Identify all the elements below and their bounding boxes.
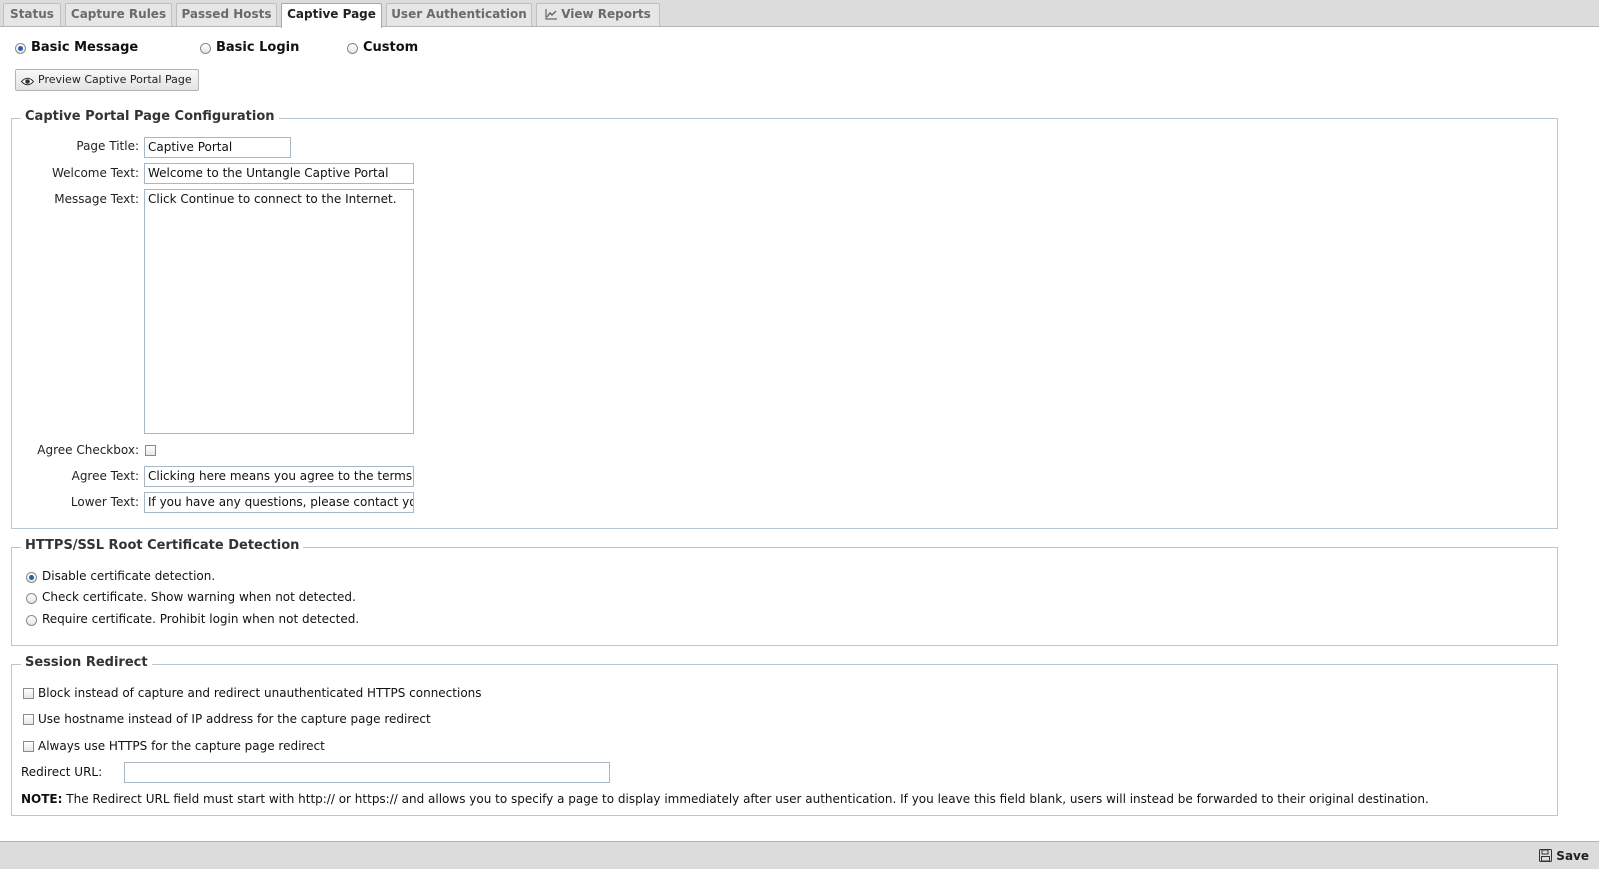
preview-button-label: Preview Captive Portal Page (38, 73, 192, 86)
mode-basic-login-radio[interactable] (200, 43, 211, 54)
cert-require-radio[interactable] (26, 615, 37, 626)
use-hostname-checkbox[interactable] (23, 714, 34, 725)
redirect-url-input[interactable] (124, 762, 610, 783)
config-legend: Captive Portal Page Configuration (21, 109, 279, 125)
use-hostname-label: Use hostname instead of IP address for t… (38, 712, 431, 726)
floppy-icon (1539, 849, 1553, 867)
mode-basic-login-label: Basic Login (216, 40, 300, 55)
tab-status[interactable]: Status (3, 3, 61, 26)
cert-check-radio[interactable] (26, 593, 37, 604)
page-title-input[interactable]: Captive Portal (144, 137, 291, 158)
agree-checkbox[interactable] (145, 445, 156, 456)
agree-checkbox-label: Agree Checkbox: (37, 443, 139, 457)
tab-captive-page[interactable]: Captive Page (281, 3, 382, 28)
tab-view-reports[interactable]: View Reports (536, 3, 660, 26)
mode-custom-radio[interactable] (347, 43, 358, 54)
mode-basic-message-radio[interactable] (15, 43, 26, 54)
welcome-text-label: Welcome Text: (51, 166, 139, 180)
welcome-text-input[interactable]: Welcome to the Untangle Captive Portal (144, 163, 414, 184)
always-https-label: Always use HTTPS for the capture page re… (38, 739, 325, 753)
cert-disable-radio[interactable] (26, 572, 37, 583)
cert-check-label: Check certificate. Show warning when not… (42, 590, 356, 604)
redirect-url-label: Redirect URL: (21, 765, 103, 779)
tab-label: Captive Page (287, 7, 376, 21)
tab-label: Passed Hosts (181, 7, 272, 21)
session-legend: Session Redirect (21, 655, 152, 671)
block-https-label: Block instead of capture and redirect un… (38, 686, 482, 700)
redirect-note: NOTE: The Redirect URL field must start … (21, 792, 1429, 806)
lower-text-input[interactable]: If you have any questions, please contac… (144, 492, 414, 513)
page-title-label: Page Title: (76, 139, 139, 153)
message-text-area[interactable]: Click Continue to connect to the Interne… (144, 189, 414, 434)
chart-icon (545, 6, 558, 27)
footer-bar: Save (0, 841, 1599, 869)
tab-label: User Authentication (391, 7, 527, 21)
mode-custom-label: Custom (363, 40, 419, 55)
note-text: The Redirect URL field must start with h… (66, 792, 1429, 806)
tab-label: Status (10, 7, 54, 21)
tab-capture-rules[interactable]: Capture Rules (65, 3, 172, 26)
message-text-label: Message Text: (54, 192, 139, 206)
cert-legend: HTTPS/SSL Root Certificate Detection (21, 538, 304, 554)
tab-label: Capture Rules (70, 7, 167, 21)
lower-text-label: Lower Text: (70, 495, 139, 509)
tab-label: View Reports (561, 7, 651, 21)
agree-text-input[interactable]: Clicking here means you agree to the ter… (144, 466, 414, 487)
save-label: Save (1556, 849, 1589, 863)
cert-require-label: Require certificate. Prohibit login when… (42, 612, 360, 626)
cert-disable-label: Disable certificate detection. (42, 569, 216, 583)
preview-captive-portal-button[interactable]: Preview Captive Portal Page (15, 69, 199, 91)
save-button[interactable]: Save (1539, 847, 1589, 865)
block-https-checkbox[interactable] (23, 688, 34, 699)
always-https-checkbox[interactable] (23, 741, 34, 752)
tab-user-authentication[interactable]: User Authentication (386, 3, 532, 26)
agree-text-label: Agree Text: (71, 469, 139, 483)
eye-icon (20, 74, 35, 94)
tab-passed-hosts[interactable]: Passed Hosts (176, 3, 277, 26)
mode-basic-message-label: Basic Message (31, 40, 139, 55)
tab-bar: Status Capture Rules Passed Hosts Captiv… (0, 0, 1599, 28)
note-label: NOTE: (21, 792, 63, 806)
